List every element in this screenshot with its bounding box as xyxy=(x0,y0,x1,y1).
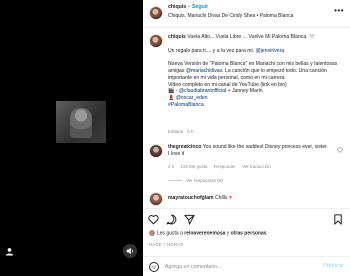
liker-avatar xyxy=(149,230,155,236)
audio-label[interactable]: Chiquis, Mariachi Divas De Cindy Shea • … xyxy=(168,13,293,19)
caption-line5-prefix: 🎬 - xyxy=(168,88,179,95)
comment-text: thegreatcinco You sound like the saddest… xyxy=(168,144,328,158)
action-bar xyxy=(143,208,350,228)
mention-link[interactable]: @oscar_eden xyxy=(176,95,208,101)
like-icon[interactable] xyxy=(147,213,159,225)
likes-others-link[interactable]: otras personas xyxy=(231,230,267,236)
mute-icon[interactable] xyxy=(123,244,137,258)
hashtag-link[interactable]: #PalomaBlanca xyxy=(168,102,344,109)
comment-composer: Publicar xyxy=(143,256,350,276)
post-side-panel: chiquis • Seguir Chiquis, Mariachi Divas D… xyxy=(143,0,350,276)
follow-button[interactable]: Seguir xyxy=(192,4,208,10)
comment: mayratouchofglam Chills ♥ xyxy=(143,192,350,206)
replies-divider xyxy=(168,180,182,182)
caption-line6-prefix: 💄 xyxy=(168,95,176,102)
comment-username[interactable]: mayratouchofglam xyxy=(168,195,214,201)
avatar[interactable] xyxy=(149,192,163,206)
video-thumbnail xyxy=(56,101,106,143)
heart-emoji-icon: ♥ xyxy=(228,195,232,201)
post-header: chiquis • Seguir Chiquis, Mariachi Divas D… xyxy=(143,0,350,28)
translate-button[interactable]: Ver traducción xyxy=(242,164,271,169)
comment-username[interactable]: thegreatcinco xyxy=(168,144,201,150)
post-date: HACE 7 HORAS xyxy=(149,242,184,247)
header-username[interactable]: chiquis xyxy=(168,4,186,10)
caption-line5-suffix: + Janney Marin xyxy=(226,88,263,95)
avatar[interactable] xyxy=(149,34,163,48)
edited-timestamp: Editado · 5 h xyxy=(168,129,194,134)
likes-summary: Les gusta a reinaverenemosa y otras pers… xyxy=(149,230,267,236)
publish-button[interactable]: Publicar xyxy=(323,263,344,269)
emoji-icon[interactable] xyxy=(149,262,159,272)
user-tag-icon[interactable] xyxy=(2,244,16,258)
comment-text: mayratouchofglam Chills ♥ xyxy=(168,195,232,201)
caption-text: chiquis Vuela Alto... Vuela Libre ... Vu… xyxy=(168,34,344,109)
avatar[interactable] xyxy=(149,144,163,158)
dot-separator: • xyxy=(188,4,190,10)
avatar[interactable] xyxy=(149,6,163,20)
caption-username[interactable]: chiquis xyxy=(168,34,186,40)
video-subject xyxy=(70,108,92,138)
comment-body: Chills xyxy=(215,195,228,201)
caption-line2: Un regalo para ti.... y a la vez para mi… xyxy=(168,47,256,54)
comment: thegreatcinco You sound like the saddest… xyxy=(143,141,350,181)
reply-button[interactable]: Responder xyxy=(214,164,236,169)
caption: chiquis Vuela Alto... Vuela Libre ... Vu… xyxy=(143,29,350,137)
comment-time: 4 h xyxy=(168,164,175,169)
post-media[interactable] xyxy=(0,0,143,276)
mention-link[interactable]: @mariachidivas xyxy=(186,68,222,74)
bookmark-icon[interactable] xyxy=(332,213,344,225)
mention-link[interactable]: @claudiabrantofficial xyxy=(179,88,226,94)
comment-icon[interactable] xyxy=(165,213,177,225)
view-replies-button[interactable]: Ver respuestas (5) xyxy=(168,178,223,183)
comment-meta: 4 h 119 Me gusta Responder Ver traducció… xyxy=(168,164,276,169)
caption-line1: Vuela Alto... Vuela Libre ... Vuelve Mi … xyxy=(187,34,316,40)
mention-link[interactable]: @jennirivera xyxy=(255,48,284,54)
liker-username[interactable]: reinaverenemosa xyxy=(184,230,225,236)
comment-likes[interactable]: 119 Me gusta xyxy=(181,164,208,169)
more-options-icon[interactable]: ••• xyxy=(334,7,344,15)
replies-label: Ver respuestas (5) xyxy=(186,178,223,183)
comment-like-icon[interactable] xyxy=(337,147,343,155)
share-icon[interactable] xyxy=(183,213,195,225)
header-user-row: chiquis • Seguir xyxy=(168,4,208,10)
likes-prefix: Les gusta a xyxy=(157,230,185,237)
comment-input[interactable] xyxy=(165,261,305,273)
